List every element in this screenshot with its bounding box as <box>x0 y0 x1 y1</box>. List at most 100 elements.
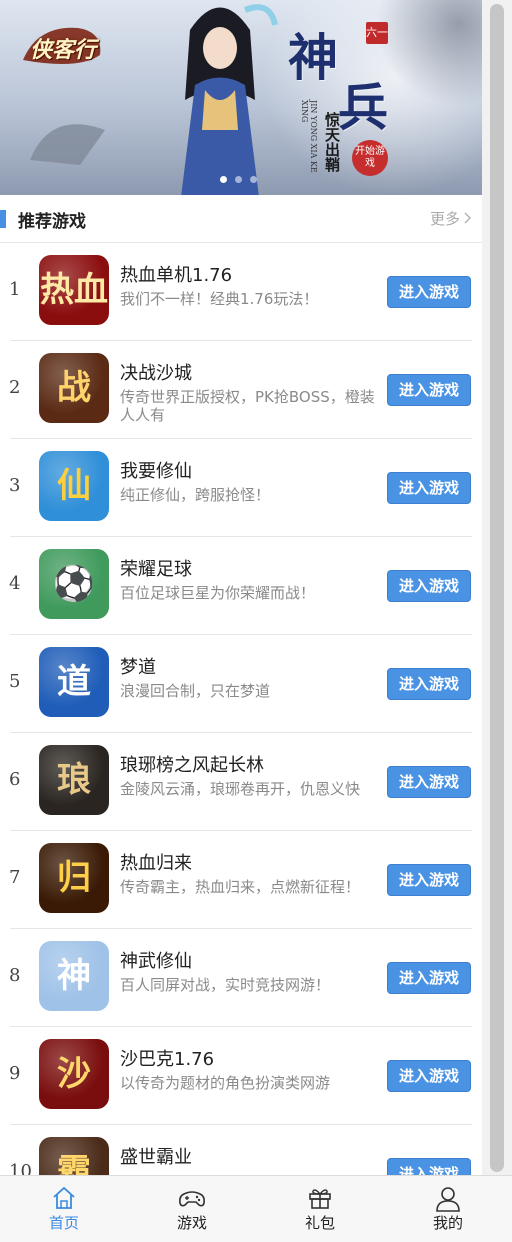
game-row[interactable]: 3 仙 我要修仙纯正修仙，跨服抢怪！ 进入游戏 <box>0 439 482 537</box>
enter-game-button[interactable]: 进入游戏 <box>387 668 471 700</box>
game-icon[interactable]: 琅 <box>39 745 109 815</box>
carousel-indicator <box>220 176 257 183</box>
game-description: 百位足球巨星为你荣耀而战！ <box>120 584 316 602</box>
game-icon-glyph: 沙 <box>57 1054 91 1094</box>
game-icon-glyph: ⚽ <box>52 564 96 604</box>
game-row[interactable]: 7 归 热血归来 传奇霸主，热血归来，点燃新征程！ 进入游戏 <box>0 831 482 929</box>
section-title: 推荐游戏 <box>18 212 86 232</box>
home-icon <box>53 1186 75 1209</box>
game-list: 1 热血 热血单机1.76 我们不一样！经典1.76玩法！ 进入游戏 2 战 决战沙城传奇世界… <box>0 243 482 1175</box>
game-icon[interactable]: 归 <box>39 843 109 913</box>
game-icon[interactable]: 神 <box>39 941 109 1011</box>
game-name[interactable]: 梦道 <box>120 653 156 679</box>
game-rank: 3 <box>9 475 21 496</box>
tab-games[interactable]: 游戏 <box>128 1176 256 1242</box>
game-row[interactable]: 4 ⚽ 荣耀足球百位足球巨星为你荣耀而战！ 进入游戏 <box>0 537 482 635</box>
game-rank: 8 <box>9 965 21 986</box>
game-rank: 2 <box>9 377 21 398</box>
tab-label: 游戏 <box>176 1214 207 1232</box>
enter-game-button[interactable]: 进入游戏 <box>387 276 471 308</box>
game-name[interactable]: 荣耀足球 <box>120 555 192 581</box>
game-rank: 6 <box>9 769 21 790</box>
game-row[interactable]: 8 神 神武修仙百人同屏对战，实时竞技网游！ 进入游戏 <box>0 929 482 1027</box>
game-name[interactable]: 沙巴克1.76 <box>120 1045 214 1071</box>
game-description: 我们不一样！经典1.76玩法！ <box>120 290 319 308</box>
game-icon-glyph: 仙 <box>57 466 91 506</box>
enter-game-button[interactable]: 进入游戏 <box>387 1158 471 1175</box>
game-icon-glyph: 霸 <box>57 1152 91 1175</box>
banner-tag: 六一 <box>366 22 388 44</box>
scrollbar-thumb[interactable] <box>490 4 504 1172</box>
recommended-section-header: 推荐游戏 更多 <box>0 195 482 243</box>
game-rank: 5 <box>9 671 21 692</box>
game-rank: 10 <box>9 1161 32 1175</box>
banner-title-char-1: 神 <box>288 28 338 87</box>
tab-label: 首页 <box>48 1214 79 1232</box>
banner-character-image <box>181 4 278 195</box>
game-icon[interactable]: 仙 <box>39 451 109 521</box>
page-content: 侠客行 神 兵 六一 惊天出鞘 JIN YONG XIA KE XING 开始游… <box>0 0 482 1175</box>
game-description: 以传奇为题材的角色扮演类网游 <box>120 1074 331 1092</box>
scrollbar[interactable] <box>482 0 512 1175</box>
game-icon[interactable]: 热血 <box>39 255 109 325</box>
tab-label: 我的 <box>432 1214 463 1232</box>
carousel-dot[interactable] <box>235 176 242 183</box>
game-name[interactable]: 神武修仙 <box>120 947 192 973</box>
game-name[interactable]: 决战沙城 <box>120 359 192 385</box>
game-row[interactable]: 5 道 梦道浪漫回合制，只在梦道 进入游戏 <box>0 635 482 733</box>
enter-game-button[interactable]: 进入游戏 <box>387 864 471 896</box>
tab-home[interactable]: 首页 <box>0 1176 128 1242</box>
bottom-tab-bar: 首页 游戏 礼包 我的 <box>0 1175 512 1242</box>
enter-game-button[interactable]: 进入游戏 <box>387 766 471 798</box>
game-description: 传奇霸主，热血归来，点燃新征程！ <box>120 878 361 896</box>
game-icon[interactable]: 沙 <box>39 1039 109 1109</box>
game-row[interactable]: 2 战 决战沙城传奇世界正版授权，PK抢BOSS，橙装人人有 进入游戏 <box>0 341 482 439</box>
enter-game-button[interactable]: 进入游戏 <box>387 962 471 994</box>
game-icon[interactable]: ⚽ <box>39 549 109 619</box>
game-name[interactable]: 热血归来 <box>120 849 192 875</box>
game-icon[interactable]: 战 <box>39 353 109 423</box>
game-icon-glyph: 归 <box>57 858 91 898</box>
game-name[interactable]: 我要修仙 <box>120 457 192 483</box>
game-icon[interactable]: 道 <box>39 647 109 717</box>
game-row[interactable]: 6 琅 琅琊榜之风起长林金陵风云涌，琅琊卷再开，仇恩义快 进入游戏 <box>0 733 482 831</box>
game-rank: 1 <box>9 279 21 300</box>
enter-game-button[interactable]: 进入游戏 <box>387 374 471 406</box>
game-description: 传奇世界正版授权，PK抢BOSS，橙装人人有 <box>120 388 375 424</box>
game-logo-text: 侠客行 <box>30 37 97 63</box>
banner-title-char-2: 兵 <box>338 78 388 137</box>
banner-fan-image <box>30 124 105 165</box>
game-name[interactable]: 热血单机1.76 <box>120 261 232 287</box>
tab-gifts[interactable]: 礼包 <box>256 1176 384 1242</box>
tab-label: 礼包 <box>304 1214 335 1232</box>
enter-game-button[interactable]: 进入游戏 <box>387 472 471 504</box>
enter-game-button[interactable]: 进入游戏 <box>387 1060 471 1092</box>
game-name[interactable]: 琅琊榜之风起长林 <box>120 751 264 777</box>
game-description: 金陵风云涌，琅琊卷再开，仇恩义快 <box>120 780 361 798</box>
chevron-right-icon <box>464 212 472 224</box>
more-link[interactable]: 更多 <box>430 208 472 229</box>
enter-game-button[interactable]: 进入游戏 <box>387 570 471 602</box>
banner-subtitle: 惊天出鞘 <box>323 112 341 172</box>
banner-seal: 开始游戏 <box>352 140 388 176</box>
game-description: 纯正修仙，跨服抢怪！ <box>120 486 271 504</box>
game-icon-glyph: 道 <box>57 662 91 702</box>
game-icon-glyph: 琅 <box>57 760 91 800</box>
game-icon[interactable]: 霸 <box>39 1137 109 1175</box>
promo-banner[interactable]: 侠客行 神 兵 六一 惊天出鞘 JIN YONG XIA KE XING 开始游… <box>0 0 482 195</box>
game-row[interactable]: 1 热血 热血单机1.76 我们不一样！经典1.76玩法！ 进入游戏 <box>0 243 482 341</box>
tab-profile[interactable]: 我的 <box>384 1176 512 1242</box>
game-row[interactable]: 9 沙 沙巴克1.76 以传奇为题材的角色扮演类网游 进入游戏 <box>0 1027 482 1125</box>
game-row[interactable]: 10 霸 盛世霸业进入游戏 <box>0 1125 482 1175</box>
carousel-dot[interactable] <box>250 176 257 183</box>
game-name[interactable]: 盛世霸业 <box>120 1143 192 1169</box>
gift-icon <box>309 1189 331 1209</box>
game-description: 浪漫回合制，只在梦道 <box>120 682 271 700</box>
game-icon-glyph: 热血 <box>40 270 108 310</box>
game-icon-glyph: 战 <box>57 368 91 408</box>
game-rank: 4 <box>9 573 21 594</box>
game-rank: 9 <box>9 1063 21 1084</box>
game-description: 百人同屏对战，实时竞技网游！ <box>120 976 331 994</box>
section-accent-bar <box>0 210 6 228</box>
carousel-dot[interactable] <box>220 176 227 183</box>
